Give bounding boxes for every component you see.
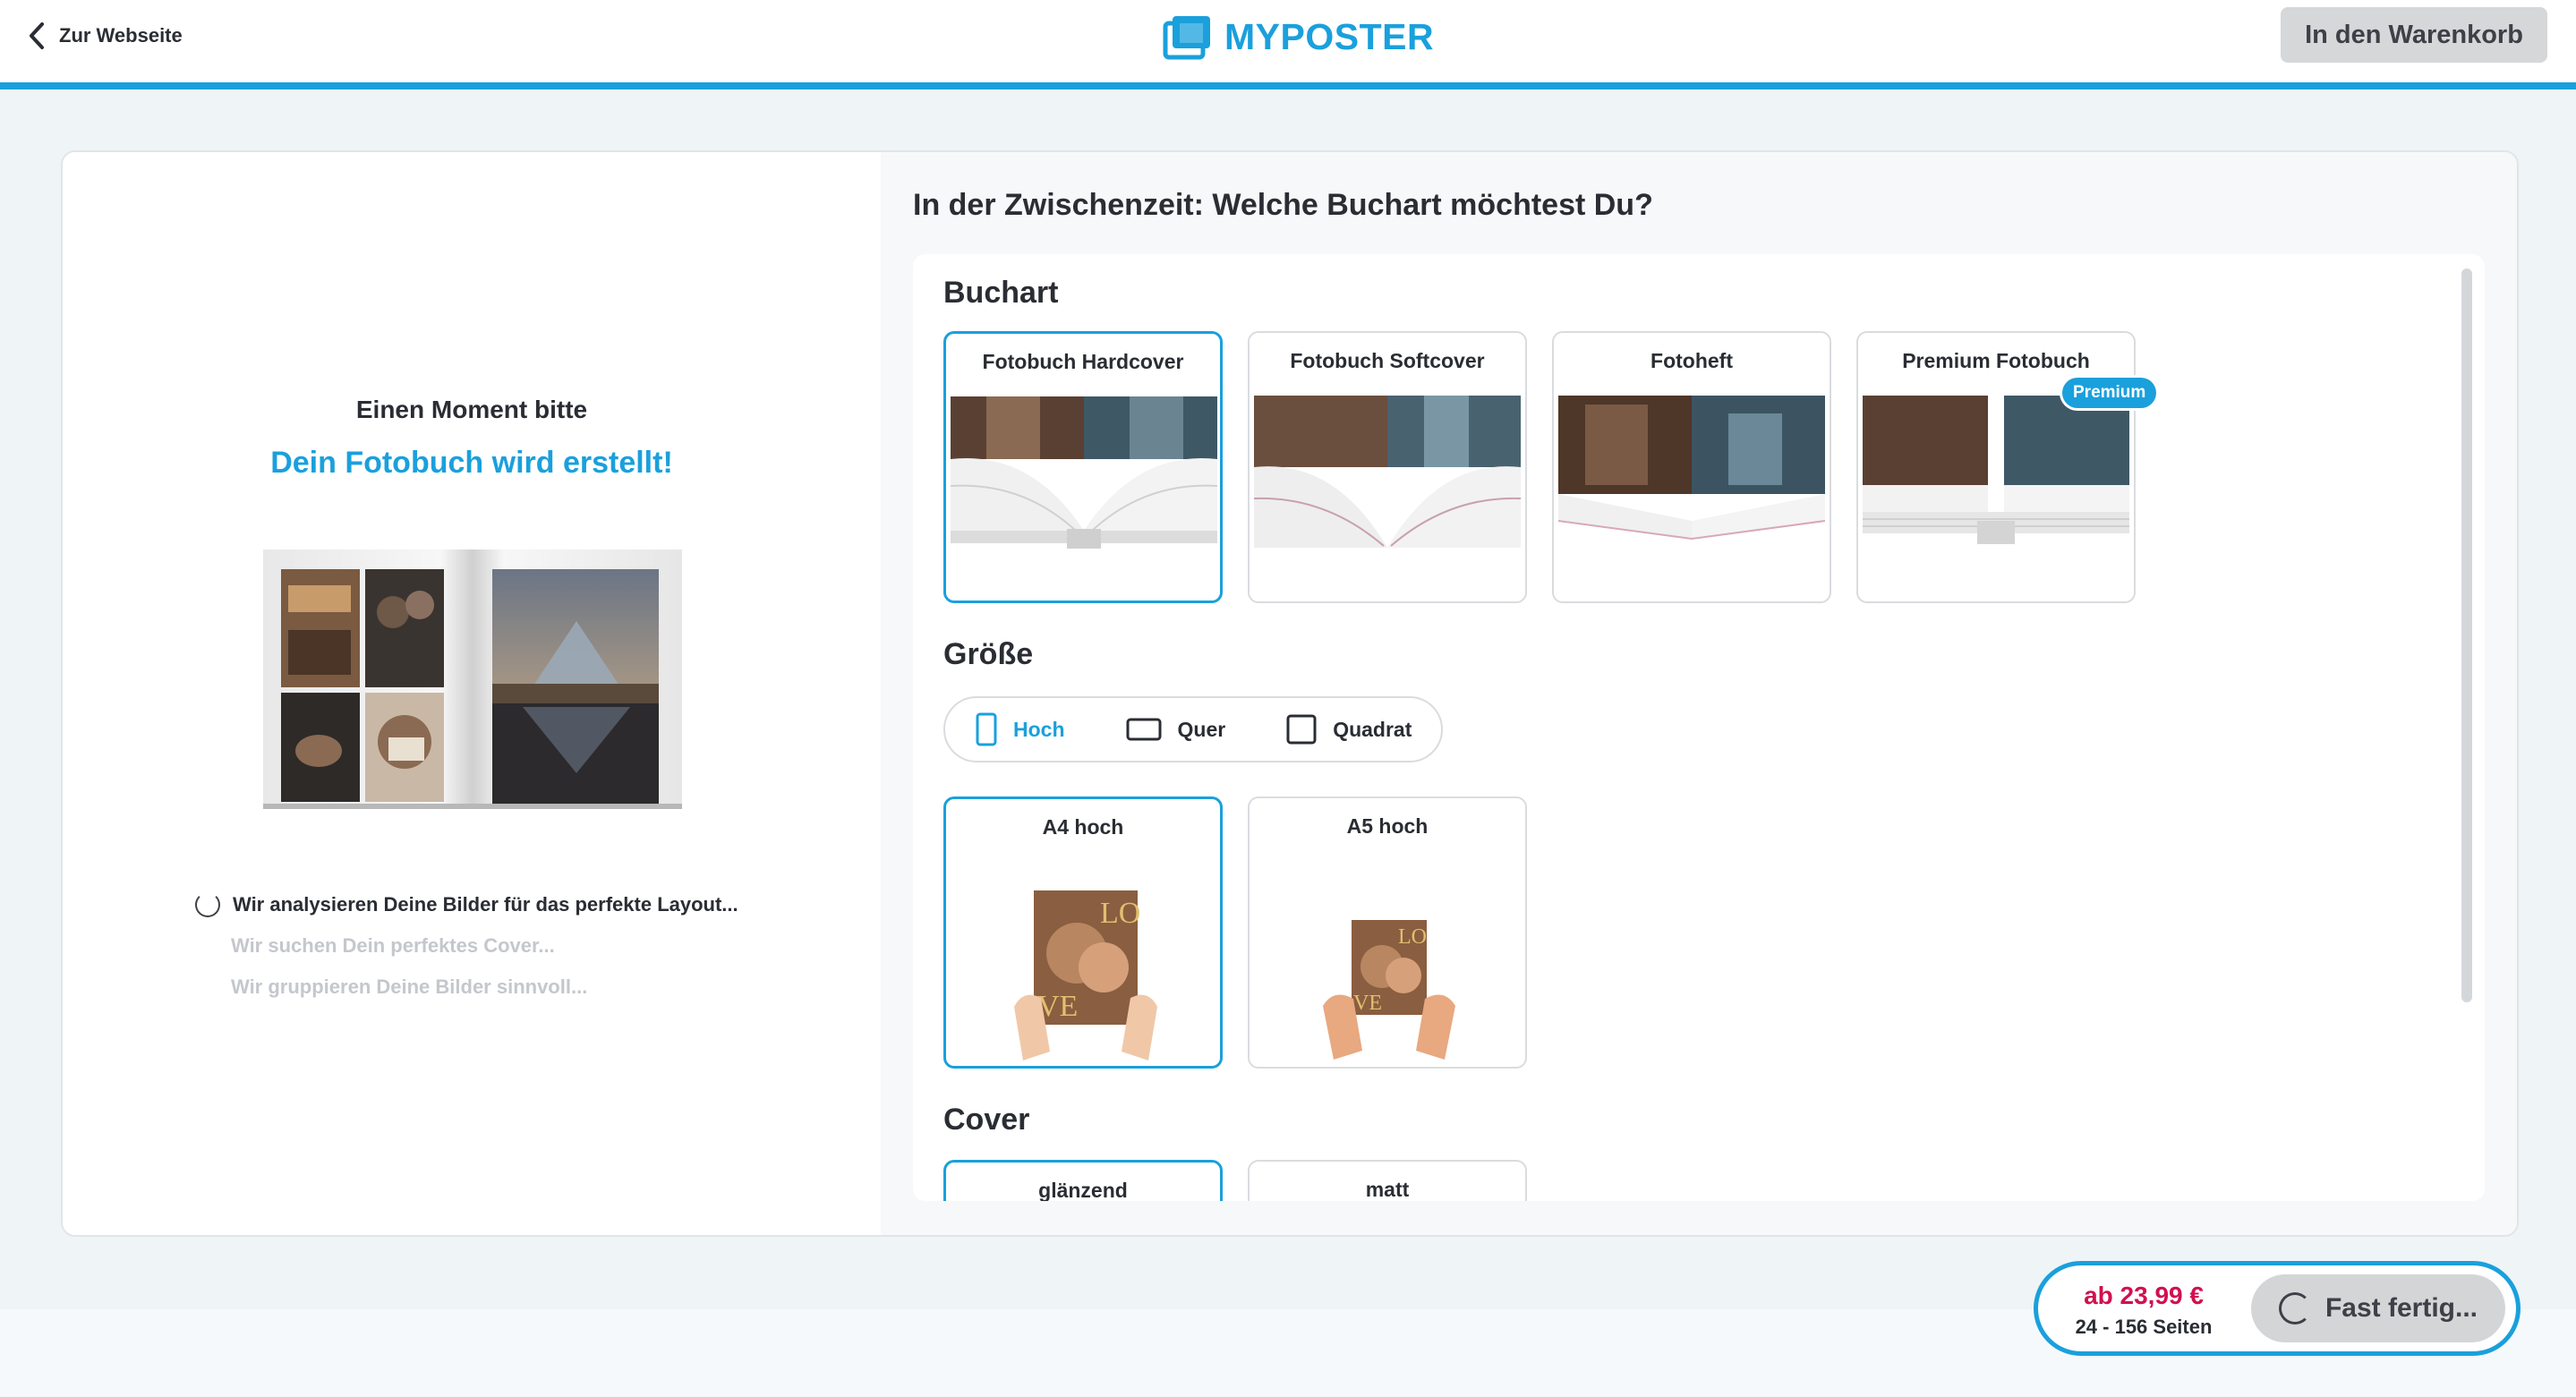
price-summary-bar: ab 23,99 € 24 - 156 Seiten Fast fertig..… xyxy=(2034,1261,2521,1356)
almost-done-button[interactable]: Fast fertig... xyxy=(2251,1274,2505,1342)
loading-steps: Wir analysieren Deine Bilder für das per… xyxy=(195,884,840,1008)
loading-step-text: Wir gruppieren Deine Bilder sinnvoll... xyxy=(231,975,588,998)
square-icon xyxy=(1286,714,1317,745)
portrait-icon xyxy=(976,712,997,746)
option-cover-matt[interactable]: matt xyxy=(1248,1160,1527,1201)
hardcover-book-image xyxy=(951,396,1217,556)
loading-step-active: Wir analysieren Deine Bilder für das per… xyxy=(195,884,840,925)
back-to-website-link[interactable]: Zur Webseite xyxy=(27,18,183,54)
option-fotobuch-softcover[interactable]: Fotobuch Softcover xyxy=(1248,331,1527,603)
option-fotoheft[interactable]: Fotoheft xyxy=(1552,331,1831,603)
option-premium-fotobuch[interactable]: Premium Fotobuch Premium xyxy=(1856,331,2157,603)
almost-done-label: Fast fertig... xyxy=(2324,1293,2478,1323)
premium-badge: Premium xyxy=(2062,378,2157,408)
back-label: Zur Webseite xyxy=(59,24,183,47)
price-label: ab 23,99 € xyxy=(2084,1282,2204,1309)
loading-subtitle: Dein Fotobuch wird erstellt! xyxy=(270,446,673,480)
svg-text:LO: LO xyxy=(1398,925,1427,949)
spinner-icon xyxy=(2278,1292,2311,1325)
orientation-hoch[interactable]: Hoch xyxy=(945,698,1096,761)
a4-book-image: LO VE xyxy=(1014,890,1157,1061)
svg-text:LO: LO xyxy=(1100,897,1140,930)
orientation-label: Quer xyxy=(1177,717,1226,741)
premium-book-image xyxy=(1863,396,2129,555)
orientation-quadrat[interactable]: Quadrat xyxy=(1256,698,1442,761)
loading-step-text: Wir suchen Dein perfektes Cover... xyxy=(231,934,555,957)
chevron-left-icon xyxy=(30,22,44,49)
loading-step-pending: Wir suchen Dein perfektes Cover... xyxy=(195,925,840,967)
scrollbar[interactable] xyxy=(2461,268,2472,1002)
logo-icon xyxy=(1163,16,1210,60)
orientation-toggle: Hoch Quer Quadrat xyxy=(943,696,1443,762)
fotoheft-image xyxy=(1558,396,1825,555)
orientation-label: Hoch xyxy=(1013,717,1065,741)
section-title-groesse: Größe xyxy=(943,637,1034,671)
option-label: Premium Fotobuch xyxy=(1902,349,2090,372)
configuration-panel: In der Zwischenzeit: Welche Buchart möch… xyxy=(881,152,2517,1235)
top-bar: Zur Webseite MYPOSTER In den Warenkorb xyxy=(0,0,2576,89)
main-card: Einen Moment bitte Dein Fotobuch wird er… xyxy=(61,150,2519,1237)
option-label: A5 hoch xyxy=(1346,814,1429,838)
loading-title: Einen Moment bitte xyxy=(355,396,588,423)
orientation-quer[interactable]: Quer xyxy=(1096,698,1257,761)
softcover-book-image xyxy=(1254,396,1521,555)
option-size-a4-hoch[interactable]: A4 hoch LO VE xyxy=(943,796,1223,1069)
spinner-icon xyxy=(195,892,220,917)
loading-step-text: Wir analysieren Deine Bilder für das per… xyxy=(233,893,738,916)
option-label: matt xyxy=(1365,1178,1410,1201)
landscape-icon xyxy=(1126,718,1161,741)
svg-text:VE: VE xyxy=(1353,992,1382,1015)
loading-panel: Einen Moment bitte Dein Fotobuch wird er… xyxy=(63,152,883,1235)
option-label: glänzend xyxy=(1038,1179,1128,1201)
option-label: Fotobuch Hardcover xyxy=(982,350,1184,373)
option-cover-glaenzend[interactable]: glänzend xyxy=(943,1160,1223,1201)
options-scroll-area[interactable]: Buchart Fotobuch Hardcover Fotobuch Soft… xyxy=(913,254,2485,1201)
config-question: In der Zwischenzeit: Welche Buchart möch… xyxy=(913,188,1653,222)
option-fotobuch-hardcover[interactable]: Fotobuch Hardcover xyxy=(943,331,1223,603)
page-range-label: 24 - 156 Seiten xyxy=(2075,1316,2213,1338)
logo-text: MYPOSTER xyxy=(1224,15,1435,57)
option-size-a5-hoch[interactable]: A5 hoch LO VE xyxy=(1248,796,1527,1069)
photobook-preview-image xyxy=(263,549,682,809)
section-title-buchart: Buchart xyxy=(943,276,1059,310)
option-label: Fotoheft xyxy=(1651,349,1733,372)
orientation-label: Quadrat xyxy=(1333,717,1412,741)
section-title-cover: Cover xyxy=(943,1103,1030,1137)
option-label: Fotobuch Softcover xyxy=(1290,349,1485,372)
add-to-cart-button[interactable]: In den Warenkorb xyxy=(2281,7,2547,63)
a5-book-image: LO VE xyxy=(1323,920,1455,1060)
loading-step-pending: Wir gruppieren Deine Bilder sinnvoll... xyxy=(195,967,840,1008)
myposter-logo[interactable]: MYPOSTER xyxy=(1160,11,1434,63)
option-label: A4 hoch xyxy=(1042,815,1124,839)
